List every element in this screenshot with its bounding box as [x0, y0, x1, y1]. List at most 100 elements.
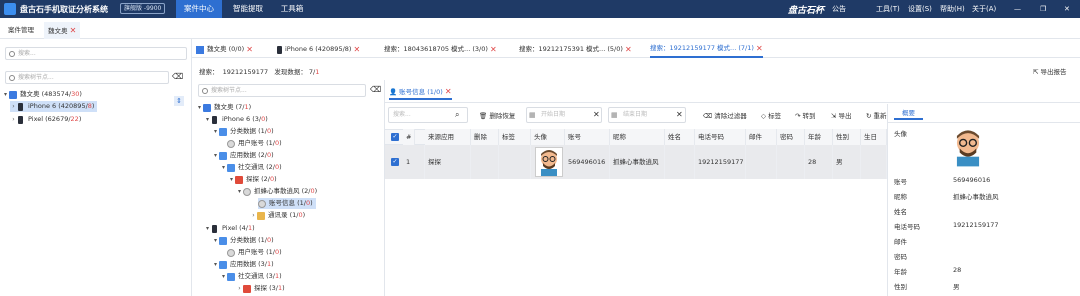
col-source-app[interactable]: 来源应用	[425, 129, 471, 145]
chevron-down-icon[interactable]: ▾	[196, 102, 203, 113]
chevron-right-icon[interactable]: ›	[10, 114, 17, 125]
tag-button[interactable]: ◇ 标签	[761, 109, 781, 123]
node-count: (7/	[235, 103, 245, 111]
clear-filter-icon[interactable]: ⌫	[370, 85, 381, 94]
chevron-down-icon[interactable]: ▾	[220, 271, 227, 282]
select-all-checkbox[interactable]: ✓	[391, 133, 399, 141]
clear-date-icon[interactable]: ✕	[593, 110, 600, 119]
tree-filter-input[interactable]: 搜索树节点...	[5, 71, 169, 84]
col-tag[interactable]: 标签	[499, 129, 531, 145]
export-report-button[interactable]: ⇱ 导出报告	[1033, 66, 1067, 76]
close-icon[interactable]: ✕	[756, 40, 763, 57]
menu-about[interactable]: 关于(A)	[972, 0, 996, 18]
left-search-input[interactable]: 搜索...	[5, 47, 187, 60]
tab-search-1[interactable]: 搜索：18043618705 模式... (3/0) ✕	[384, 41, 497, 58]
menu-tools[interactable]: 工具(T)	[876, 0, 900, 18]
row-checkbox[interactable]: ✓	[391, 158, 399, 166]
tab-case-management[interactable]: 案件管理	[4, 22, 38, 39]
tree-node[interactable]: 用户账号 (1/0)	[227, 247, 282, 258]
col-phone[interactable]: 电话号码	[695, 129, 746, 145]
chevron-down-icon[interactable]: ▾	[204, 114, 211, 125]
menu-settings[interactable]: 设置(S)	[908, 0, 932, 18]
chevron-down-icon[interactable]: ▾	[212, 235, 219, 246]
refresh-button[interactable]: ↻ 重新	[866, 109, 887, 123]
close-icon[interactable]: ✕	[625, 41, 632, 58]
col-gender[interactable]: 性别	[833, 129, 861, 145]
clear-filter-icon[interactable]: ⌫	[172, 72, 183, 81]
tab-summary[interactable]: 概要	[894, 106, 923, 120]
close-icon[interactable]: ✕	[1064, 0, 1070, 18]
chevron-right-icon[interactable]: ›	[10, 101, 17, 112]
tree-node[interactable]: ▾ 抓蜂心事散逍风 (2/0)	[236, 186, 317, 197]
menu-announce[interactable]: 公告	[832, 0, 846, 18]
tree-node-pixel[interactable]: › Pixel (62679/22)	[10, 114, 81, 125]
export-button[interactable]: ⇲ 导出	[831, 109, 852, 123]
tab-case-wei[interactable]: 魏文奥 ✕	[44, 22, 81, 39]
refresh-icon: ↻	[866, 112, 872, 120]
tree-node-selected[interactable]: 账号信息 (1/0)	[258, 198, 316, 209]
tree-filter-input[interactable]: 搜索树节点...	[198, 84, 366, 97]
menu-help[interactable]: 帮助(H)	[940, 0, 965, 18]
tab-search-2[interactable]: 搜索：19212175391 模式... (5/0) ✕	[519, 41, 632, 58]
chevron-down-icon[interactable]: ▾	[2, 89, 9, 100]
tree-node[interactable]: ▾ 应用数据 (2/0)	[212, 150, 274, 161]
tree-node-case[interactable]: ▾ 魏文奥 (483574/30)	[2, 89, 82, 100]
tree-node[interactable]: ▾ 分类数据 (1/0)	[212, 126, 274, 137]
col-nickname[interactable]: 昵称	[610, 129, 665, 145]
tree-node[interactable]: ▾ 应用数据 (3/1)	[212, 259, 274, 270]
col-birthday[interactable]: 生日	[861, 129, 887, 145]
tree-node[interactable]: ▾ iPhone 6 (3/0)	[204, 114, 268, 125]
collapse-icon[interactable]: ⇕	[174, 96, 184, 106]
goto-button[interactable]: ↷ 转到	[795, 109, 816, 123]
tree-node[interactable]: ▾ Pixel (4/1)	[204, 223, 255, 234]
close-icon[interactable]: ✕	[354, 41, 361, 58]
tree-node[interactable]: 用户账号 (1/0)	[227, 138, 282, 149]
button-label: 重新	[873, 112, 887, 120]
tree-node[interactable]: › 探探 (3/1)	[236, 283, 285, 294]
chevron-down-icon[interactable]: ▾	[204, 223, 211, 234]
tab-iphone[interactable]: iPhone 6 (420895/8) ✕	[276, 41, 360, 58]
tab-account-info[interactable]: 👤 账号信息 (1/0) ✕	[389, 84, 452, 100]
menu-case-center[interactable]: 案件中心	[176, 0, 222, 18]
tab-search-3[interactable]: 搜索：19212159177 模式... (7/1) ✕	[650, 41, 763, 58]
col-name[interactable]: 姓名	[665, 129, 695, 145]
chevron-down-icon[interactable]: ▾	[212, 259, 219, 270]
col-index[interactable]: #	[403, 129, 415, 145]
chevron-down-icon[interactable]: ▾	[236, 186, 243, 197]
clear-filter-button[interactable]: ⌫ 清除过滤器	[703, 109, 747, 123]
clear-date-icon[interactable]: ✕	[676, 110, 683, 119]
chevron-down-icon[interactable]: ▾	[220, 162, 227, 173]
menu-smart-extract[interactable]: 智能提取	[226, 0, 270, 18]
tab-wei[interactable]: 魏文奥 (0/0) ✕	[196, 41, 253, 58]
close-icon[interactable]: ✕	[70, 26, 77, 35]
end-date-input[interactable]: 结束日期	[608, 107, 686, 123]
start-date-input[interactable]: 开始日期	[526, 107, 602, 123]
col-email[interactable]: 邮件	[746, 129, 777, 145]
col-deleted[interactable]: 删除	[471, 129, 499, 145]
col-age[interactable]: 年龄	[805, 129, 833, 145]
tree-node[interactable]: ▾ 魏文奥 (7/1)	[196, 102, 251, 113]
chevron-down-icon[interactable]: ▾	[212, 150, 219, 161]
close-icon[interactable]: ✕	[246, 41, 253, 58]
close-icon[interactable]: ✕	[445, 87, 452, 96]
maximize-icon[interactable]: ❐	[1040, 0, 1046, 18]
col-account[interactable]: 账号	[565, 129, 610, 145]
close-icon[interactable]: ✕	[490, 41, 497, 58]
tree-node-iphone[interactable]: › iPhone 6 (420895/8)	[10, 101, 98, 112]
minimize-icon[interactable]: —	[1014, 0, 1021, 18]
tree-node[interactable]: ▾ 分类数据 (1/0)	[212, 235, 274, 246]
col-password[interactable]: 密码	[777, 129, 805, 145]
chevron-down-icon[interactable]: ▾	[212, 126, 219, 137]
tree-node[interactable]: ▾ 探探 (2/0)	[228, 174, 277, 185]
chevron-right-icon[interactable]: ›	[236, 283, 243, 294]
col-avatar[interactable]: 头像	[531, 129, 565, 145]
tree-node[interactable]: ▾ 社交通讯 (2/0)	[220, 162, 282, 173]
tree-node[interactable]: › 通讯录 (1/0)	[250, 210, 305, 221]
chevron-down-icon[interactable]: ▾	[228, 174, 235, 185]
avatar[interactable]	[535, 147, 563, 177]
chevron-right-icon[interactable]: ›	[250, 210, 257, 221]
search-icon[interactable]: ⌕	[455, 110, 459, 120]
tree-node[interactable]: ▾ 社交通讯 (3/1)	[220, 271, 282, 282]
delete-restore-button[interactable]: 🗑 删除恢复	[479, 109, 515, 123]
menu-toolbox[interactable]: 工具箱	[274, 0, 310, 18]
